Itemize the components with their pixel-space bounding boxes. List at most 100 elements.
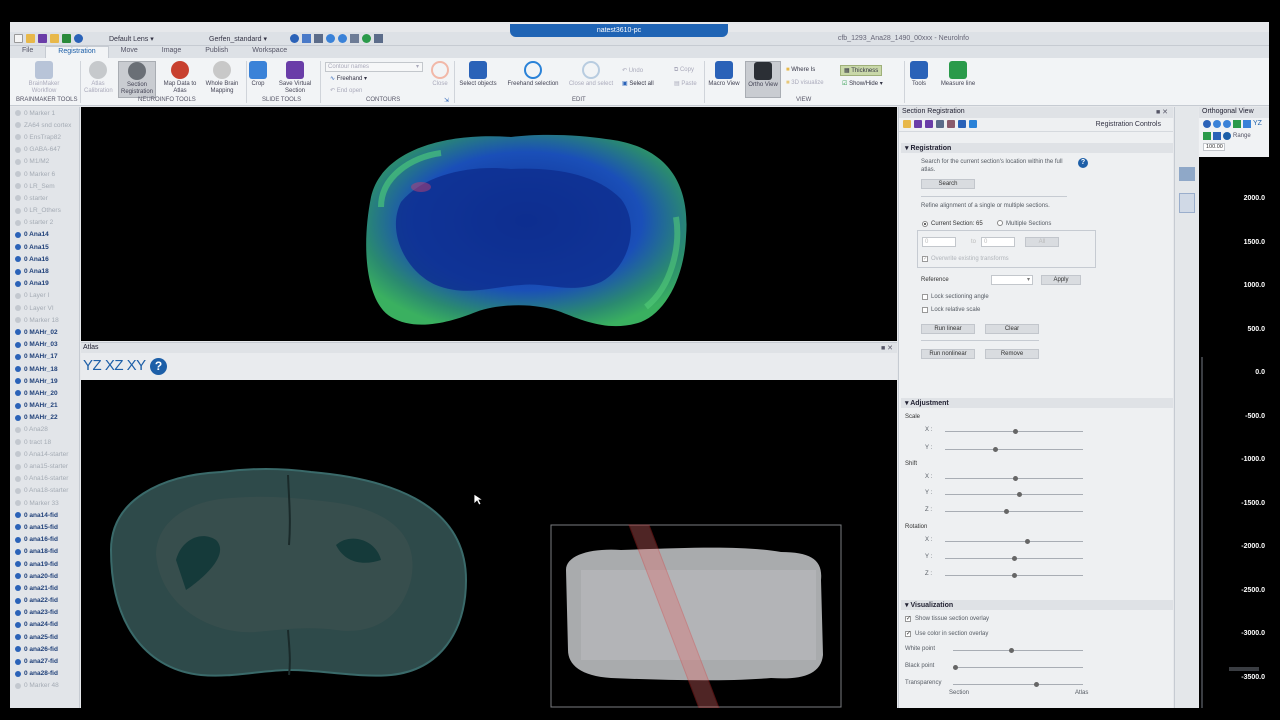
shift-z-slider[interactable] — [945, 509, 1083, 514]
profile-dropdown[interactable]: Gerfen_standard ▾ — [205, 34, 271, 44]
marker-list-item[interactable]: 0 MAHr_20 — [10, 387, 79, 399]
registration-section-header[interactable]: ▾ Registration — [901, 143, 1173, 153]
brainmaker-workflow-button[interactable]: BrainMaker Workflow — [26, 61, 62, 95]
run-linear-button[interactable]: Run linear — [921, 324, 975, 334]
ortho-view-button[interactable]: Ortho View — [745, 61, 781, 98]
help-icon[interactable] — [1223, 132, 1231, 140]
plane-selector[interactable]: YZ XZ XY — [83, 357, 146, 374]
marker-list-item[interactable]: 0 ana22-fid — [10, 595, 79, 607]
reset-icon[interactable] — [1243, 120, 1251, 128]
image-icon[interactable] — [62, 34, 71, 43]
slider-thumb[interactable] — [992, 447, 998, 452]
lock-angle-checkbox[interactable] — [922, 294, 928, 300]
run-nonlinear-button[interactable]: Run nonlinear — [921, 349, 975, 359]
use-color-checkbox[interactable]: ✓ — [905, 631, 911, 637]
ortho-position-marker[interactable] — [1229, 667, 1259, 671]
3d-visualize-button[interactable]: ■ 3D visualize — [786, 80, 824, 86]
zoom-in-icon[interactable] — [1213, 120, 1221, 128]
tab-registration[interactable]: Registration — [45, 46, 109, 58]
marker-list-item[interactable]: 0 ana28-fid — [10, 668, 79, 680]
marker-list-item[interactable]: 0 Layer VI — [10, 302, 79, 314]
slider-thumb[interactable] — [1011, 573, 1017, 578]
marker-list-item[interactable]: 0 Marker 33 — [10, 497, 79, 509]
tools-button[interactable]: Tools — [908, 61, 930, 88]
slider-thumb[interactable] — [1011, 556, 1017, 561]
tab-image[interactable]: Image — [150, 46, 193, 58]
slider-thumb[interactable] — [1024, 539, 1030, 544]
marker-list-item[interactable]: 0 ana19-fid — [10, 558, 79, 570]
marker-list-item[interactable]: 0 ana18-fid — [10, 546, 79, 558]
marker-list-item[interactable]: 0 Ana16-starter — [10, 473, 79, 485]
marker-list-item[interactable]: 0 LR_Others — [10, 205, 79, 217]
section-image-view[interactable] — [81, 107, 897, 341]
grid-toggle-icon[interactable] — [1203, 132, 1211, 140]
marker-list-item[interactable]: 0 ana16-fid — [10, 534, 79, 546]
settings-icon[interactable] — [74, 34, 83, 43]
marker-list-item[interactable]: 0 ana24-fid — [10, 619, 79, 631]
shift-y-slider[interactable] — [945, 492, 1083, 497]
freehand-dropdown[interactable]: ∿ Freehand ▾ — [330, 75, 367, 82]
marker-list-item[interactable]: 0 MAHr_02 — [10, 326, 79, 338]
zoom-in-icon[interactable] — [326, 34, 335, 43]
help-icon[interactable]: ? — [150, 358, 167, 375]
crop-button[interactable]: Crop — [248, 61, 268, 88]
pointer-icon[interactable] — [969, 120, 977, 128]
marker-list-item[interactable]: 0 MAHr_21 — [10, 400, 79, 412]
marker-list-item[interactable]: 0 Ana28 — [10, 424, 79, 436]
marker-list-item[interactable]: 0 ana27-fid — [10, 655, 79, 667]
paste-button[interactable]: ▤ Paste — [674, 80, 697, 87]
slider-thumb[interactable] — [1016, 492, 1022, 497]
marker-list-item[interactable]: 0 Marker 18 — [10, 314, 79, 326]
thickness-button[interactable]: ▦ Thickness — [840, 65, 883, 76]
prev-icon[interactable] — [302, 34, 311, 43]
undo-button[interactable]: ↶ Undo — [622, 67, 643, 74]
reference-dropdown[interactable]: ▾ — [991, 275, 1033, 285]
atlas-calibration-button[interactable]: Atlas Calibration — [84, 61, 113, 95]
flip-icon[interactable] — [958, 120, 966, 128]
rotation-z-slider[interactable] — [945, 573, 1083, 578]
lock-scale-checkbox[interactable] — [922, 307, 928, 313]
end-open-button[interactable]: ↶ End open — [330, 87, 362, 94]
slider-thumb[interactable] — [1034, 682, 1040, 687]
export-icon[interactable] — [936, 120, 944, 128]
marker-list-item[interactable]: 0 Ana18 — [10, 265, 79, 277]
marker-list-item[interactable]: 0 EnsTrap82 — [10, 131, 79, 143]
marker-list-item[interactable]: 0 MAHr_17 — [10, 351, 79, 363]
rotation-y-slider[interactable] — [945, 556, 1083, 561]
save-icon[interactable] — [38, 34, 47, 43]
lens-dropdown[interactable]: Default Lens ▾ — [105, 34, 158, 44]
tab-workspace[interactable]: Workspace — [240, 46, 299, 58]
white-point-slider[interactable] — [953, 648, 1083, 653]
marker-list-item[interactable]: ZA64 snd cortex — [10, 119, 79, 131]
marker-list-item[interactable]: 0 Ana14-starter — [10, 448, 79, 460]
marker-list-item[interactable]: 0 Ana15 — [10, 241, 79, 253]
marker-list-item[interactable]: 0 Ana18-starter — [10, 485, 79, 497]
macro-view-button[interactable]: Macro View — [707, 61, 741, 88]
marker-list-item[interactable]: 0 GABA-647 — [10, 144, 79, 156]
help-icon[interactable] — [290, 34, 299, 43]
panel-controls[interactable]: ■ ✕ — [881, 344, 893, 352]
grid-icon[interactable] — [314, 34, 323, 43]
marker-list-item[interactable]: 0 MAHr_22 — [10, 412, 79, 424]
color-icon[interactable] — [1213, 132, 1221, 140]
save-as-icon[interactable] — [925, 120, 933, 128]
marker-list-item[interactable]: 0 starter 2 — [10, 217, 79, 229]
shift-x-slider[interactable] — [945, 476, 1083, 481]
slider-thumb[interactable] — [1012, 429, 1018, 434]
marker-list-item[interactable]: 0 Layer I — [10, 290, 79, 302]
whole-brain-mapping-button[interactable]: Whole Brain Mapping — [202, 61, 242, 95]
open-icon[interactable] — [26, 34, 35, 43]
marker-list-item[interactable]: 0 MAHr_19 — [10, 375, 79, 387]
sliders-icon[interactable] — [1179, 167, 1195, 181]
adjustment-section-header[interactable]: ▾ Adjustment — [901, 398, 1173, 408]
tab-move[interactable]: Move — [109, 46, 150, 58]
star-icon[interactable] — [362, 34, 371, 43]
multiple-sections-radio[interactable] — [997, 220, 1003, 226]
marker-list-item[interactable]: 0 M1/M2 — [10, 156, 79, 168]
marker-list-item[interactable]: 0 ana26-fid — [10, 643, 79, 655]
section-registration-button[interactable]: Section Registration — [118, 61, 156, 98]
remote-session-bar[interactable]: natest3610-pc — [510, 24, 728, 37]
marker-list-item[interactable]: 0 ana20-fid — [10, 570, 79, 582]
visualization-section-header[interactable]: ▾ Visualization — [901, 600, 1173, 610]
prev-icon[interactable] — [1203, 120, 1211, 128]
